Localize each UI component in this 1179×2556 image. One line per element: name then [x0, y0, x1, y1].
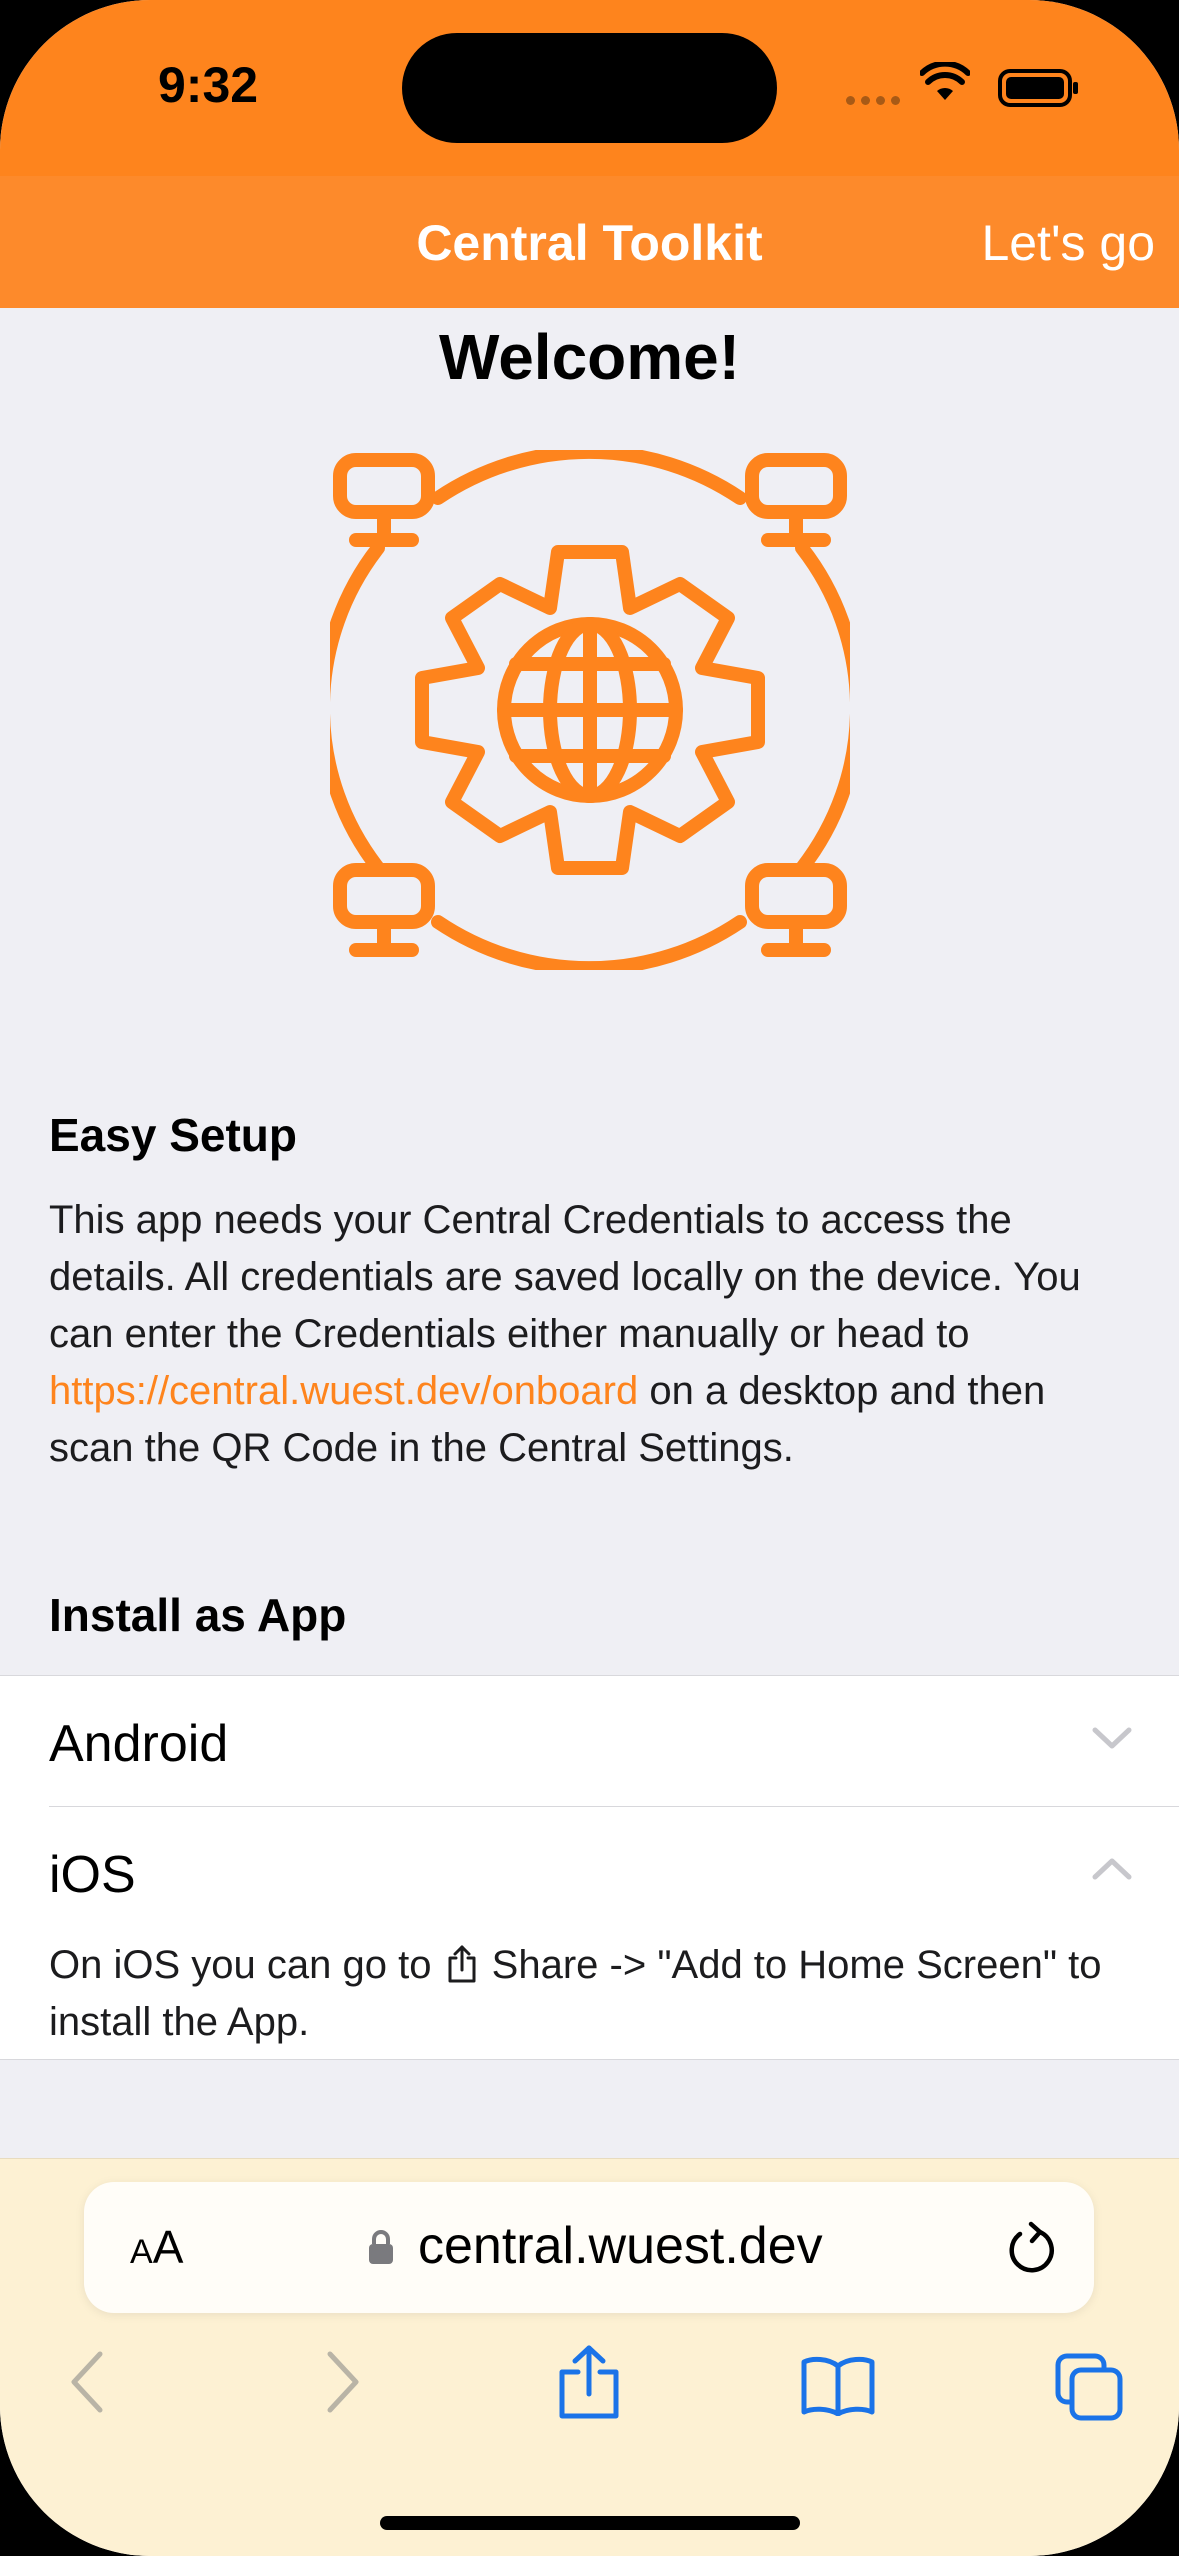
easy-setup-heading: Easy Setup [49, 1109, 297, 1161]
page-title: Welcome! [438, 321, 741, 393]
bookmarks-icon[interactable] [800, 2356, 876, 2416]
reload-icon[interactable] [1006, 2220, 1058, 2276]
ios-row[interactable]: iOS [49, 1806, 1179, 1937]
lets-go-button[interactable]: Let's go [981, 214, 1155, 272]
android-row[interactable]: Android [0, 1676, 1179, 1806]
install-heading: Install as App [49, 1589, 347, 1641]
forward-icon[interactable] [322, 2350, 362, 2414]
easy-setup-text: This app needs your Central Credentials … [49, 1192, 1139, 1477]
ios-label: iOS [49, 1846, 136, 1904]
chevron-up-icon [1092, 1858, 1132, 1880]
ios-text-start: On iOS you can go to [49, 1943, 443, 1987]
status-time: 9:32 [158, 57, 259, 113]
aa-small: A [130, 2233, 153, 2271]
dynamic-island [402, 33, 777, 143]
share-icon [448, 1945, 476, 1983]
network-gear-globe-icon [330, 450, 850, 970]
lock-icon [369, 2230, 393, 2264]
nav-bar: Central Toolkit Let's go [0, 176, 1179, 308]
screen: 9:32 Central Toolkit Let's go Welcome! E… [0, 0, 1179, 2556]
onboard-link[interactable]: https://central.wuest.dev/onboard [49, 1369, 638, 1413]
home-indicator [380, 2516, 800, 2530]
share-icon[interactable] [556, 2344, 622, 2420]
ios-instructions: On iOS you can go to Share -> "Add to Ho… [0, 1937, 1179, 2059]
install-accordion: Android iOS On iOS you can go to Share -… [0, 1675, 1179, 2060]
android-label: Android [49, 1715, 229, 1773]
status-bar: 9:32 [0, 0, 1179, 176]
signal-icon [846, 96, 900, 105]
back-icon[interactable] [68, 2350, 108, 2414]
url-text: central.wuest.dev [418, 2217, 823, 2275]
wifi-icon [920, 62, 970, 100]
address-bar[interactable]: AA central.wuest.dev [84, 2182, 1094, 2313]
reader-settings-button[interactable]: AA [130, 2220, 183, 2274]
battery-icon [998, 69, 1078, 107]
tabs-icon[interactable] [1054, 2352, 1124, 2422]
chevron-down-icon [1092, 1727, 1132, 1749]
aa-large: A [152, 2221, 184, 2273]
easy-setup-text-start: This app needs your Central Credentials … [49, 1198, 1081, 1356]
